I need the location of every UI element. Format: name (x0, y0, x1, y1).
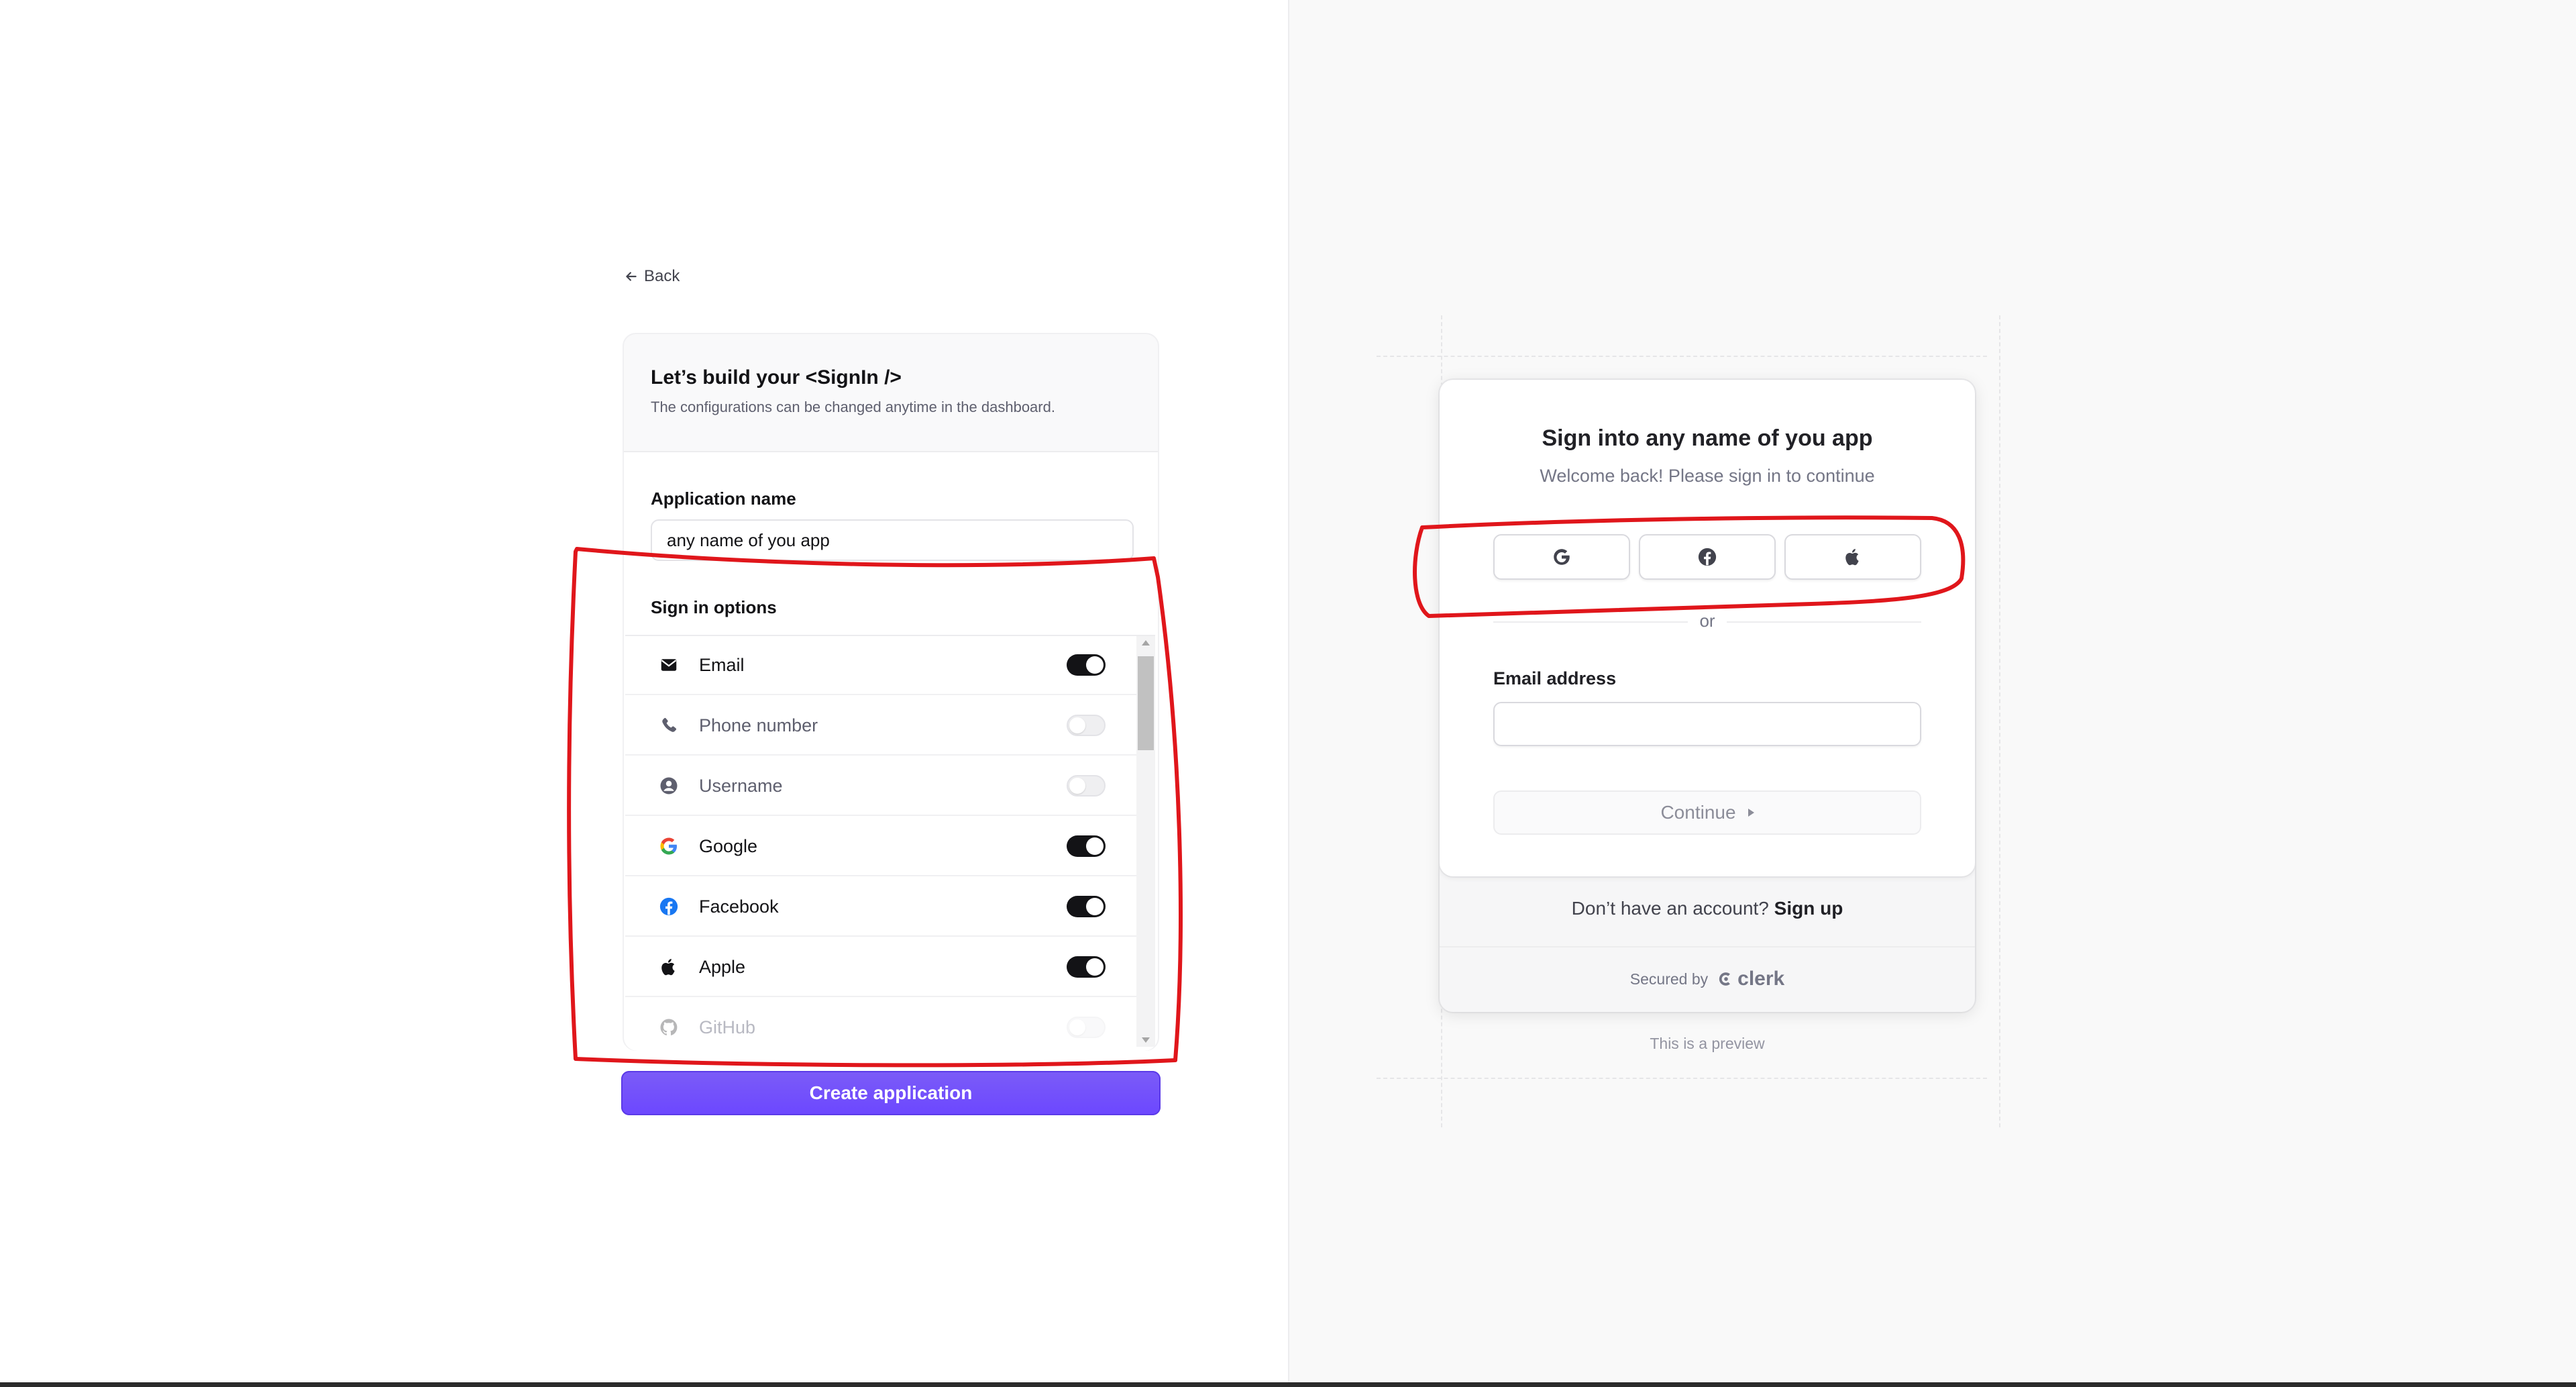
toggle-google[interactable] (1067, 835, 1106, 857)
facebook-icon (659, 896, 679, 917)
envelope-icon (659, 655, 679, 675)
scroll-thumb[interactable] (1138, 656, 1154, 750)
option-row-email: Email (625, 636, 1142, 695)
or-divider-right (1727, 621, 1921, 623)
option-label-google: Google (699, 835, 758, 856)
facebook-sign-in-button[interactable] (1639, 534, 1776, 580)
github-icon (659, 1017, 679, 1037)
sign-in-main-panel: Sign into any name of you app Welcome ba… (1440, 380, 1975, 876)
sign-up-link[interactable]: Sign up (1774, 898, 1843, 919)
apple-icon (659, 957, 679, 977)
sign-in-subtitle: Welcome back! Please sign in to continue (1540, 466, 1875, 486)
option-row-facebook: Facebook (625, 878, 1142, 937)
option-label-facebook: Facebook (699, 896, 779, 917)
clerk-mark-icon (1719, 972, 1731, 986)
continue-label: Continue (1660, 802, 1736, 823)
sign-in-options-label: Sign in options (651, 597, 777, 617)
option-row-username: Username (625, 757, 1142, 816)
sign-up-prompt: Don’t have an account? Sign up (1440, 898, 1975, 919)
option-row-apple: Apple (625, 938, 1142, 997)
sign-in-title: Sign into any name of you app (1542, 425, 1873, 451)
option-label-phone: Phone number (699, 715, 818, 735)
option-label-apple: Apple (699, 956, 746, 977)
create-application-button[interactable]: Create application (621, 1071, 1161, 1115)
user-circle-icon (659, 776, 679, 796)
secured-by-footer: Secured by clerk (1440, 968, 1975, 990)
clerk-logo[interactable]: clerk (1717, 968, 1784, 990)
email-address-label: Email address (1493, 668, 1617, 688)
arrow-left-icon (626, 272, 637, 281)
option-row-github: GitHub (625, 998, 1142, 1048)
toggle-username[interactable] (1067, 775, 1106, 797)
toggle-email[interactable] (1067, 654, 1106, 676)
toggle-phone[interactable] (1067, 715, 1106, 736)
sign-in-options-list[interactable]: Email Phone number Username Google Faceb… (625, 635, 1155, 1048)
apple-sign-in-button[interactable] (1784, 534, 1921, 580)
app-name-input[interactable] (651, 519, 1134, 561)
continue-button[interactable]: Continue (1493, 790, 1921, 835)
scroll-down-arrow-icon[interactable] (1142, 1037, 1150, 1043)
facebook-icon (1698, 548, 1717, 566)
config-form: Application name Sign in options Email P… (624, 451, 1158, 1051)
guide-line-top (1377, 356, 1987, 357)
app-name-label: Application name (651, 489, 796, 509)
back-label: Back (644, 267, 680, 285)
google-sign-in-button[interactable] (1493, 534, 1630, 580)
secured-by-text: Secured by (1629, 970, 1709, 988)
caret-right-icon (1748, 809, 1754, 817)
apple-icon (1845, 549, 1859, 566)
config-pane: Back Let’s build your <SignIn /> The con… (0, 0, 1288, 1382)
guide-line-right (1999, 315, 2000, 1127)
options-scrollbar[interactable] (1136, 636, 1155, 1047)
option-label-username: Username (699, 775, 783, 796)
preview-note: This is a preview (1650, 1035, 1765, 1052)
option-row-phone: Phone number (625, 697, 1142, 756)
sign-in-preview-card: Sign into any name of you app Welcome ba… (1440, 380, 1975, 1012)
toggle-github[interactable] (1067, 1017, 1106, 1038)
option-label-email: Email (699, 654, 745, 675)
option-label-github: GitHub (699, 1017, 756, 1037)
footer-divider (1440, 946, 1975, 947)
email-address-input[interactable] (1493, 702, 1921, 746)
back-link[interactable]: Back (624, 267, 680, 286)
clerk-brand-text: clerk (1737, 968, 1785, 990)
bottom-edge-bar (0, 1382, 2576, 1387)
google-icon (659, 836, 679, 856)
phone-icon (659, 715, 679, 735)
no-account-text: Don’t have an account? (1571, 898, 1769, 919)
config-title: Let’s build your <SignIn /> (651, 366, 902, 389)
guide-line-bottom (1377, 1078, 1987, 1079)
config-card: Let’s build your <SignIn /> The configur… (623, 333, 1159, 1051)
option-row-google: Google (625, 817, 1142, 876)
toggle-facebook[interactable] (1067, 896, 1106, 917)
google-icon (1554, 549, 1570, 565)
toggle-apple[interactable] (1067, 956, 1106, 978)
config-subtitle: The configurations can be changed anytim… (651, 399, 1055, 415)
scroll-up-arrow-icon[interactable] (1142, 640, 1150, 646)
